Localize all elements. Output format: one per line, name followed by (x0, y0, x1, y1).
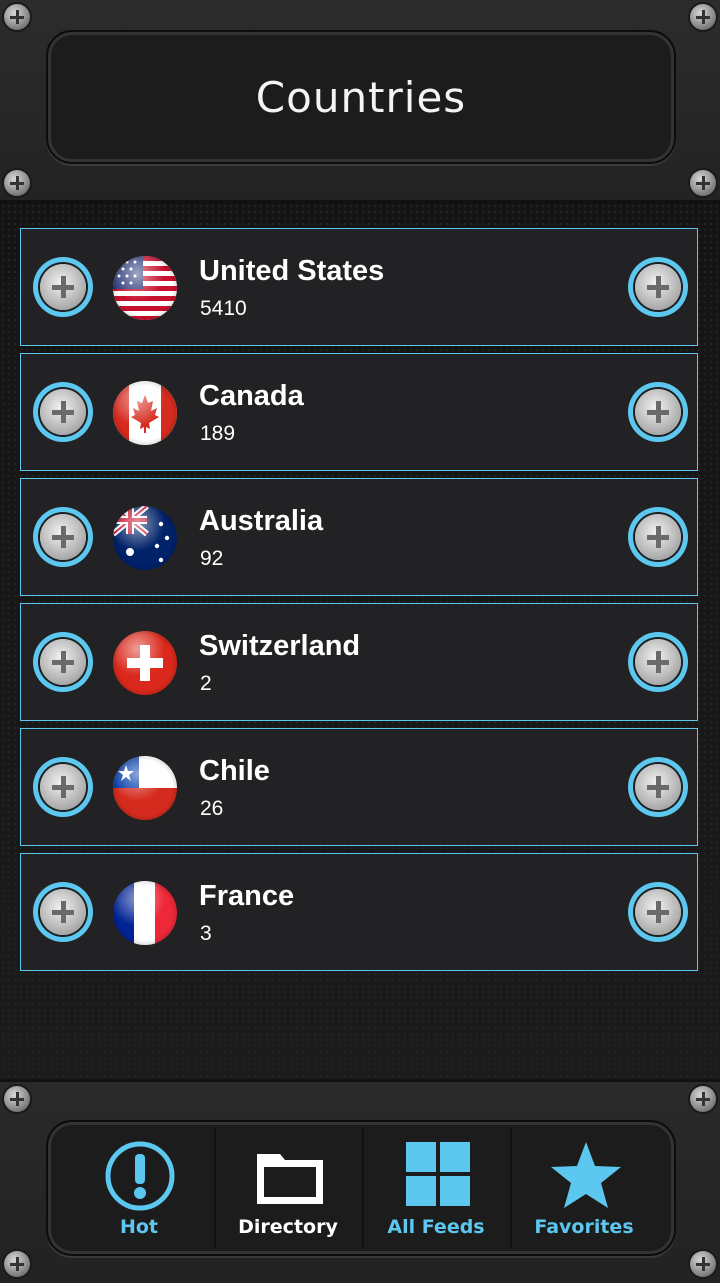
page-title: Countries (255, 72, 467, 122)
add-right-button[interactable] (628, 507, 688, 567)
screw-icon (4, 1086, 30, 1112)
tab-favorites[interactable]: Favorites (510, 1128, 656, 1248)
switzerland-flag-icon (113, 631, 177, 695)
country-name: Chile (199, 755, 270, 787)
folder-icon (254, 1140, 326, 1212)
list-item-switzerland[interactable]: Switzerland 2 (20, 603, 698, 721)
screw-icon (690, 4, 716, 30)
add-left-button[interactable] (33, 757, 93, 817)
plus-icon (40, 389, 86, 435)
list-item-chile[interactable]: Chile 26 (20, 728, 698, 846)
country-name: Australia (199, 505, 324, 537)
plus-icon (40, 764, 86, 810)
add-right-button[interactable] (628, 632, 688, 692)
country-name: United States (199, 255, 385, 287)
grid-icon (402, 1140, 474, 1212)
plus-icon (635, 889, 681, 935)
add-left-button[interactable] (33, 632, 93, 692)
country-name: Canada (199, 380, 304, 412)
exclamation-icon (104, 1140, 176, 1212)
country-count: 189 (200, 422, 236, 445)
tab-label: All Feeds (387, 1216, 485, 1238)
screw-icon (690, 1251, 716, 1277)
plus-icon (40, 264, 86, 310)
tab-hot[interactable]: Hot (66, 1128, 212, 1248)
screw-icon (4, 170, 30, 196)
plus-icon (635, 389, 681, 435)
add-right-button[interactable] (628, 882, 688, 942)
list-item-united-states[interactable]: United States 5410 (20, 228, 698, 346)
plus-icon (635, 764, 681, 810)
country-count: 2 (200, 672, 212, 695)
tab-label: Hot (119, 1216, 159, 1238)
add-right-button[interactable] (628, 257, 688, 317)
list-item-france[interactable]: France 3 (20, 853, 698, 971)
tab-panel: Hot Directory All Feeds Favorites (46, 1120, 676, 1256)
country-count: 5410 (200, 297, 247, 320)
add-right-button[interactable] (628, 382, 688, 442)
country-count: 92 (200, 547, 224, 570)
plus-icon (635, 639, 681, 685)
france-flag-icon (113, 881, 177, 945)
tab-label: Directory (238, 1216, 338, 1238)
list-item-australia[interactable]: Australia 92 (20, 478, 698, 596)
tab-bar: Hot Directory All Feeds Favorites (0, 1079, 720, 1283)
screw-icon (4, 4, 30, 30)
canada-flag-icon (113, 381, 177, 445)
tab-all-feeds[interactable]: All Feeds (362, 1128, 508, 1248)
add-left-button[interactable] (33, 257, 93, 317)
plus-icon (635, 264, 681, 310)
tab-directory[interactable]: Directory (214, 1128, 360, 1248)
screw-icon (690, 170, 716, 196)
title-panel: Countries (46, 30, 676, 164)
plus-icon (40, 514, 86, 560)
plus-icon (40, 889, 86, 935)
header-bar: Countries (0, 0, 720, 203)
chile-flag-icon (113, 756, 177, 820)
screw-icon (4, 1251, 30, 1277)
add-left-button[interactable] (33, 507, 93, 567)
plus-icon (40, 639, 86, 685)
plus-icon (635, 514, 681, 560)
us-flag-icon (113, 256, 177, 320)
country-count: 26 (200, 797, 224, 820)
star-icon (550, 1140, 622, 1212)
add-right-button[interactable] (628, 757, 688, 817)
tab-label: Favorites (534, 1216, 634, 1238)
screw-icon (690, 1086, 716, 1112)
country-list: United States 5410 Canada 189 Australia … (0, 203, 720, 1077)
list-item-canada[interactable]: Canada 189 (20, 353, 698, 471)
country-count: 3 (200, 922, 212, 945)
australia-flag-icon (113, 506, 177, 570)
country-name: France (199, 880, 295, 912)
add-left-button[interactable] (33, 382, 93, 442)
country-name: Switzerland (199, 630, 361, 662)
add-left-button[interactable] (33, 882, 93, 942)
